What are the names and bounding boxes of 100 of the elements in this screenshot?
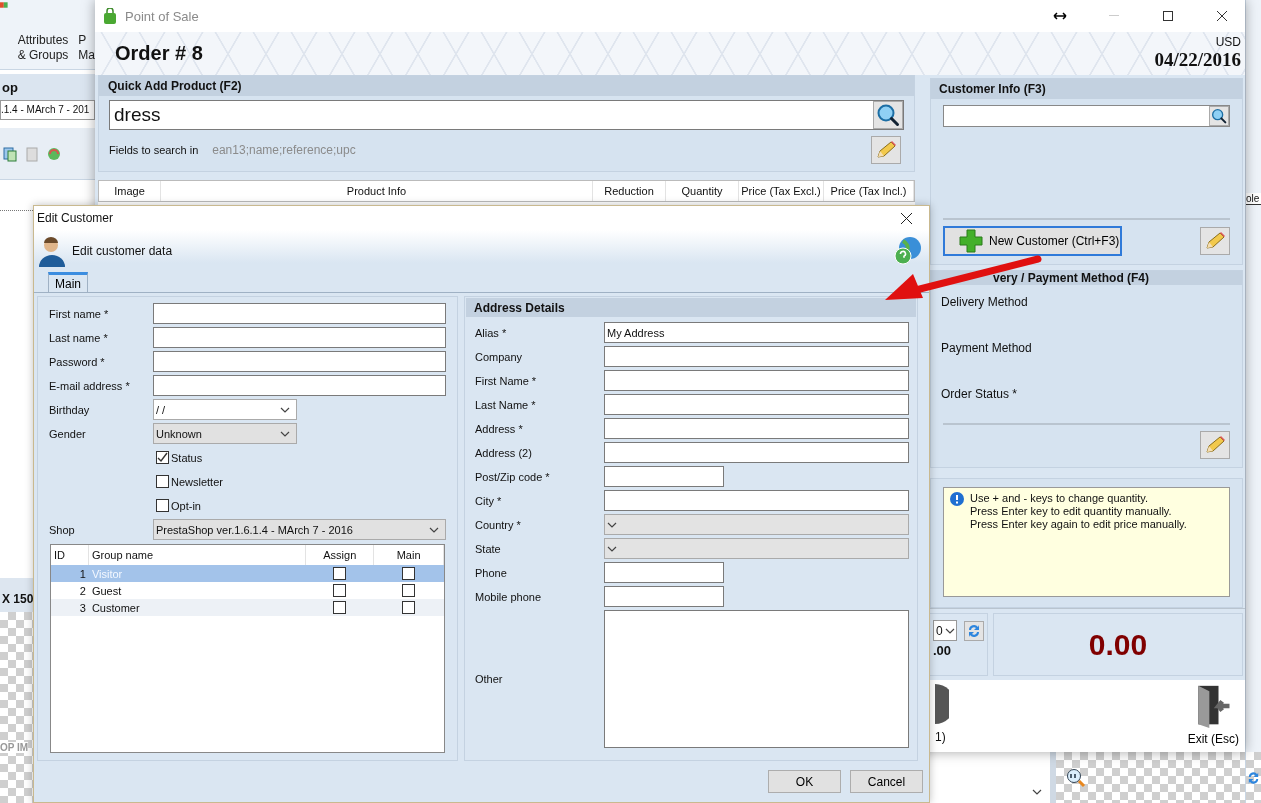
checkbox-label: Status: [171, 451, 203, 464]
caret-icon: [429, 526, 439, 533]
checkbox[interactable]: [332, 601, 346, 614]
exit-button[interactable]: Exit (Esc): [1187, 684, 1239, 746]
panel-heading: very / Payment Method (F4): [931, 271, 1242, 285]
dropdown[interactable]: PrestaShop ver.1.6.1.4 - MArch 7 - 2016: [153, 519, 446, 540]
refresh-button[interactable]: [964, 620, 984, 641]
column-header: ole: [1246, 193, 1261, 205]
info-icon: [950, 492, 964, 506]
column-header: Quantity: [666, 181, 739, 201]
checkbox[interactable]: [156, 451, 169, 464]
input-field[interactable]: [604, 586, 724, 607]
checkbox[interactable]: [401, 584, 415, 597]
minimize-icon: [1109, 15, 1119, 17]
section-heading: op: [0, 74, 95, 100]
resize-icon: [1053, 12, 1067, 20]
tab[interactable]: Main: [48, 272, 88, 292]
input-field[interactable]: [604, 418, 909, 439]
panel-heading: Quick Add Product (F2): [99, 76, 914, 96]
field-label: City *: [475, 494, 503, 507]
input-field[interactable]: [604, 490, 909, 511]
ok-button[interactable]: OK: [768, 770, 841, 793]
panel-heading: Customer Info (F3): [931, 79, 1242, 99]
image-size-label: X 150: [2, 592, 34, 606]
field-label: Order Status *: [941, 387, 1019, 401]
input-field[interactable]: [153, 303, 446, 324]
field-label: Last name *: [49, 331, 109, 344]
checkbox[interactable]: [156, 475, 169, 488]
copy-icon: [2, 145, 18, 162]
input-field[interactable]: [604, 466, 724, 487]
edit-button[interactable]: [1200, 227, 1230, 255]
table-cell-text: Guest: [90, 583, 123, 599]
checkbox[interactable]: [332, 567, 346, 580]
subtotal-value: .00: [933, 643, 953, 658]
caret-icon: [280, 430, 290, 437]
checkbox[interactable]: [332, 584, 346, 597]
field-label: Phone: [475, 566, 508, 579]
field-label: E-mail address *: [49, 379, 131, 392]
column-header: Reduction: [593, 181, 666, 201]
input-field[interactable]: [153, 351, 446, 372]
field-value: ean13;name;reference;upc: [212, 143, 357, 157]
edit-button[interactable]: [871, 136, 901, 164]
field-label: First Name *: [475, 374, 538, 387]
checkbox[interactable]: [401, 567, 415, 580]
input-field[interactable]: [604, 370, 909, 391]
close-icon: [900, 212, 912, 224]
order-date: 04/22/2016: [1154, 49, 1241, 71]
checkbox[interactable]: [401, 601, 415, 614]
field-label: Address *: [475, 422, 524, 435]
input-field[interactable]: [604, 562, 724, 583]
field-label: Mobile phone: [475, 590, 543, 603]
search-button[interactable]: [1209, 106, 1229, 126]
checkbox[interactable]: [156, 499, 169, 512]
cancel-button[interactable]: Cancel: [850, 770, 923, 793]
column-header: Price (Tax Excl.): [739, 181, 824, 201]
text-area[interactable]: [604, 610, 909, 748]
field-label: First name *: [49, 307, 110, 320]
dialog-title: Edit Customer: [37, 211, 114, 225]
search-button[interactable]: [873, 101, 903, 129]
shop-field: .1.4 - MArch 7 - 201: [0, 100, 95, 120]
new-customer-button[interactable]: New Customer (Ctrl+F3): [943, 226, 1122, 256]
caret-icon: [607, 545, 617, 552]
input-field[interactable]: [604, 394, 909, 415]
field-label: Shop: [49, 523, 76, 536]
placeholder-text: OP IM: [0, 742, 29, 753]
caret-icon: [1032, 789, 1042, 795]
input-field[interactable]: [604, 346, 909, 367]
zoom-reset-icon[interactable]: [1066, 767, 1086, 788]
table-row[interactable]: 1 Visitor: [51, 565, 444, 582]
dropdown[interactable]: Unknown: [153, 423, 297, 444]
pencil-icon: [875, 140, 897, 160]
column-header: Price (Tax Incl.): [824, 181, 914, 201]
toolbar-item[interactable]: Attributes & Groups: [17, 33, 69, 63]
dialog-subtitle: Edit customer data: [72, 243, 174, 258]
search-field[interactable]: [943, 105, 1230, 127]
maximize-icon: [1163, 11, 1173, 21]
field-label: Other: [475, 673, 504, 685]
input-field[interactable]: [604, 442, 909, 463]
date-picker[interactable]: / /: [153, 399, 297, 420]
user-icon: [38, 234, 66, 267]
checkbox-label: Newsletter: [171, 475, 223, 488]
table-row[interactable]: 3 Customer: [51, 599, 444, 616]
search-field[interactable]: dress: [109, 100, 904, 130]
field-label: Post/Zip code *: [475, 470, 551, 483]
table-cell-text: 1: [78, 566, 87, 582]
pencil-icon: [1204, 435, 1226, 455]
input-field[interactable]: [153, 327, 446, 348]
section-heading: Address Details: [466, 298, 916, 317]
input-field[interactable]: [153, 375, 446, 396]
toolbar-item[interactable]: P Ma: [78, 33, 95, 63]
table-cell-text: Visitor: [90, 566, 124, 582]
input-field[interactable]: My Address: [604, 322, 909, 343]
search-icon: [1211, 108, 1227, 124]
dropdown[interactable]: 0: [933, 620, 957, 641]
pay-label: 1): [935, 730, 946, 744]
edit-button[interactable]: [1200, 431, 1230, 459]
checkbox-label: Opt-in: [171, 499, 201, 512]
total-amount: 0.00: [1088, 627, 1148, 662]
pencil-icon: [1204, 231, 1226, 251]
currency-label: USD: [1215, 35, 1241, 49]
